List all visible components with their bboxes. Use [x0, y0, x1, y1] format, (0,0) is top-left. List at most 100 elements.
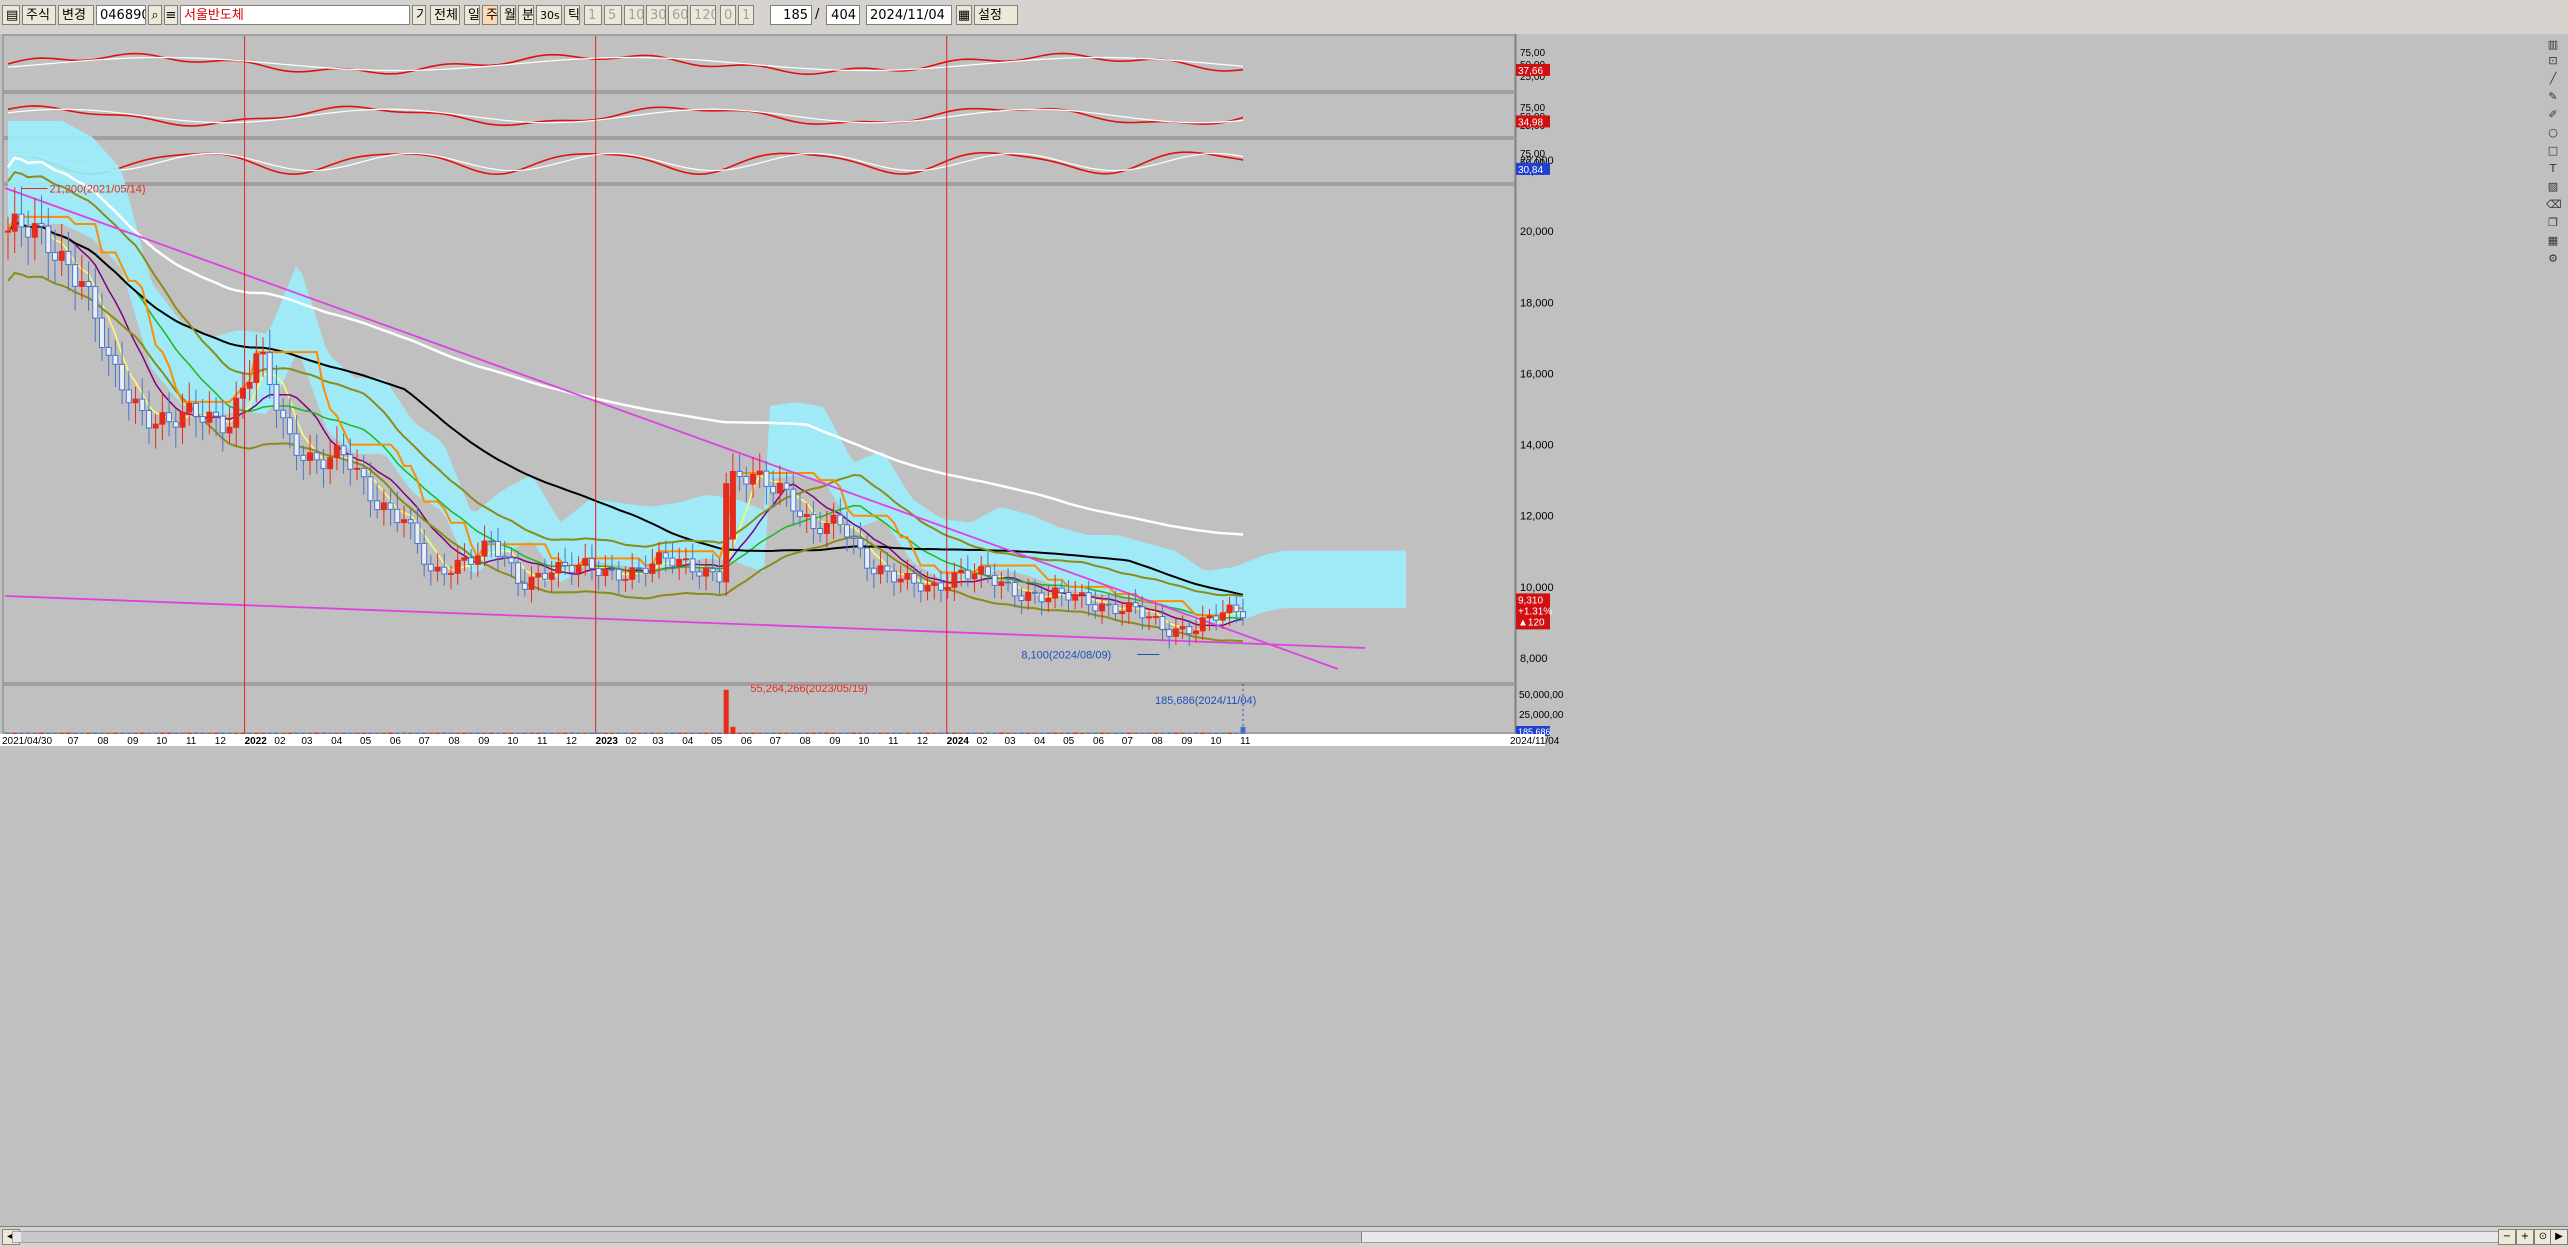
zoom-in-icon[interactable]: +: [2516, 1229, 2534, 1245]
period-tick-button[interactable]: 틱: [564, 5, 580, 25]
volume-bar: [1012, 733, 1017, 734]
volume-bar: [938, 733, 943, 734]
volume-bar: [556, 733, 561, 734]
all-label: 전체: [434, 8, 458, 23]
minute-1-button[interactable]: 1: [584, 5, 602, 25]
candle-up: [207, 412, 212, 422]
sidebar-rect-icon[interactable]: □: [2546, 144, 2560, 158]
period-day-button[interactable]: 일: [464, 5, 480, 25]
candle-down: [106, 347, 111, 355]
candle-down: [791, 489, 796, 511]
sidebar-palette-icon[interactable]: ▧: [2546, 180, 2560, 194]
settings-button[interactable]: 설정: [974, 5, 1018, 25]
candle-up: [308, 453, 313, 461]
volume-bar: [650, 733, 655, 734]
candle-down: [1059, 588, 1064, 593]
x-tick-label: 04: [1034, 736, 1046, 747]
sidebar-eraser-icon[interactable]: ⌫: [2546, 198, 2560, 212]
period-week-label: 주: [486, 8, 498, 23]
sidebar-lock-icon[interactable]: ⊡: [2546, 54, 2560, 68]
volume-bar: [730, 727, 735, 734]
volume-bar: [636, 733, 641, 734]
sidebar-copy-icon[interactable]: ❐: [2546, 216, 2560, 230]
volume-bar: [32, 733, 37, 734]
candle-down: [469, 558, 474, 565]
period-month-button[interactable]: 월: [500, 5, 516, 25]
volume-bar: [603, 733, 608, 734]
candle-down: [737, 471, 742, 476]
volume-bar: [187, 733, 192, 734]
minute-10-button[interactable]: 10: [624, 5, 644, 25]
scrollbar-thumb[interactable]: [21, 1232, 1362, 1242]
volume-bar: [180, 733, 185, 734]
volume-bar: [348, 733, 353, 734]
volume-bar: [395, 733, 400, 734]
x-tick-label: 07: [419, 736, 431, 747]
osc-value-label: 30,84: [1518, 165, 1543, 176]
sidebar-grid-icon[interactable]: ▦: [2546, 234, 2560, 248]
code-search-icon[interactable]: ⌕: [148, 5, 162, 25]
candle-down: [1032, 592, 1037, 593]
sidebar-line-icon[interactable]: ╱: [2546, 72, 2560, 86]
x-tick-label: 02: [274, 736, 286, 747]
change-select[interactable]: 변경: [58, 5, 94, 25]
volume-bar: [93, 733, 98, 734]
total-field: 404: [826, 5, 860, 25]
candle-up: [234, 398, 239, 427]
x-tick-label: 12: [215, 736, 227, 747]
price-tick-label: 20,000: [1520, 226, 1554, 238]
minute-custom2-label: 1: [742, 8, 750, 23]
sidebar-circle-icon[interactable]: ○: [2546, 126, 2560, 140]
period-minute-button[interactable]: 분: [518, 5, 534, 25]
volume-bar: [777, 733, 782, 734]
candle-up: [402, 520, 407, 523]
volume-bar: [133, 733, 138, 734]
volume-bar: [308, 733, 313, 734]
date-input[interactable]: 2024/11/04: [866, 5, 952, 25]
scrollbar-track[interactable]: [12, 1231, 2534, 1243]
candle-down: [52, 253, 57, 261]
volume-bar: [234, 733, 239, 734]
all-button[interactable]: 전체: [430, 5, 460, 25]
stock-name-field[interactable]: 서울반도체: [180, 5, 410, 25]
sidebar-pen-icon[interactable]: ✎: [2546, 90, 2560, 104]
period-30s-button[interactable]: 30s: [536, 5, 562, 25]
candle-up: [462, 558, 467, 561]
period-type-button[interactable]: 기: [412, 5, 426, 25]
volume-bar: [167, 733, 172, 734]
volume-bar: [113, 733, 118, 734]
sidebar-chart-icon[interactable]: ▥: [2546, 38, 2560, 52]
candle-up: [549, 573, 554, 579]
sidebar-text-icon[interactable]: T: [2546, 162, 2560, 176]
volume-bar: [657, 733, 662, 734]
x-tick-label: 05: [360, 736, 372, 747]
scroll-right-icon[interactable]: ▶: [2550, 1229, 2568, 1245]
volume-bar: [1180, 733, 1185, 734]
minute-5-button[interactable]: 5: [604, 5, 622, 25]
sidebar-pencil-icon[interactable]: ✐: [2546, 108, 2560, 122]
volume-bar: [516, 733, 521, 734]
chart-menu-icon[interactable]: ▤: [2, 5, 20, 25]
count-input[interactable]: 185: [770, 5, 812, 25]
minute-custom2-button[interactable]: 1: [738, 5, 754, 25]
x-tick-label: 07: [68, 736, 80, 747]
minute-60-button[interactable]: 60: [668, 5, 688, 25]
candle-down: [368, 477, 373, 501]
chart-area[interactable]: 21,200(2021/05/14)8,100(2024/08/09) 55,2…: [0, 34, 2568, 1226]
minute-30-button[interactable]: 30: [646, 5, 666, 25]
volume-bar: [415, 733, 420, 734]
market-select[interactable]: 주식: [22, 5, 56, 25]
price-tick-label: 14,000: [1520, 440, 1554, 452]
sidebar-settings-icon[interactable]: ⚙: [2546, 252, 2560, 266]
candle-down: [314, 453, 319, 460]
minute-custom-button[interactable]: 0: [720, 5, 736, 25]
zoom-out-icon[interactable]: −: [2498, 1229, 2516, 1245]
period-week-button[interactable]: 주: [482, 5, 498, 25]
stock-list-icon[interactable]: ≡: [164, 5, 178, 25]
minute-120-button[interactable]: 120: [690, 5, 716, 25]
osc-value-label: 34,98: [1518, 117, 1543, 128]
calendar-icon[interactable]: ▦: [956, 5, 972, 25]
candle-up: [576, 565, 581, 572]
candle-down: [1214, 616, 1219, 620]
stock-code-input[interactable]: 046890: [96, 5, 146, 25]
